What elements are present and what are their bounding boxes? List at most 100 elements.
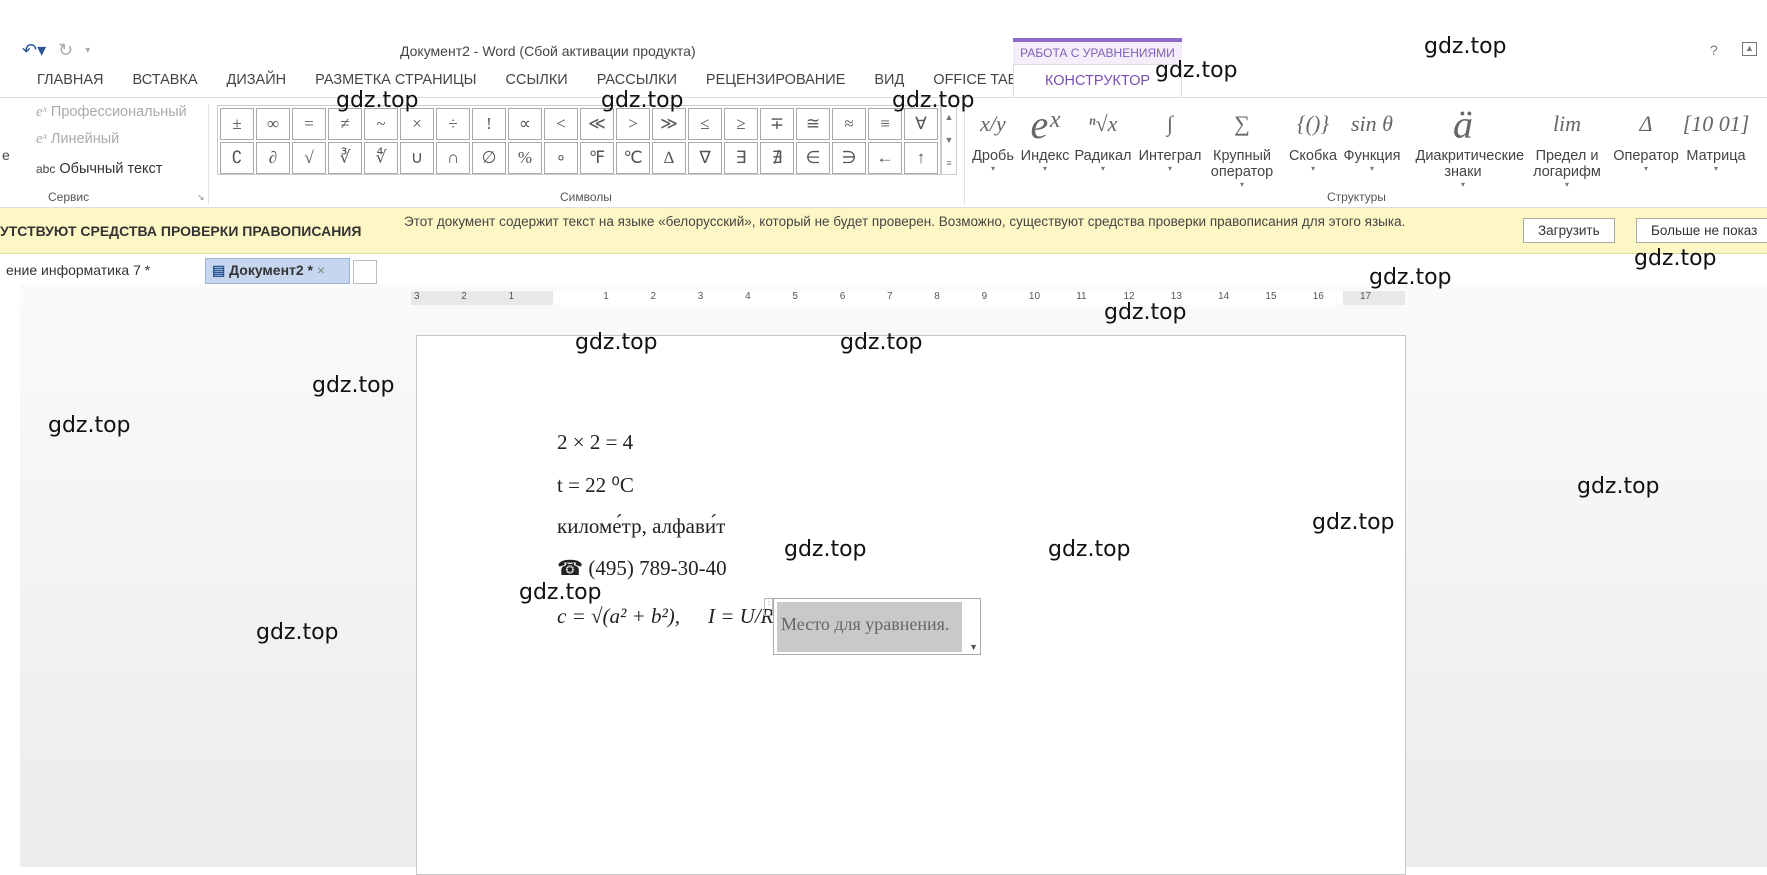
symbol-button[interactable]: ∄	[760, 142, 794, 174]
watermark: gdz.top	[784, 537, 867, 562]
symbol-button[interactable]: ≤	[688, 108, 722, 140]
watermark: gdz.top	[48, 413, 131, 438]
quick-access-toolbar: ↶▾ ↻ ▾	[22, 40, 90, 61]
symbol-button[interactable]: ±	[220, 108, 254, 140]
doc-line[interactable]: 2 × 2 = 4	[557, 430, 633, 455]
symbol-button[interactable]: ∃	[724, 142, 758, 174]
symbol-button[interactable]: ∩	[436, 142, 470, 174]
symbol-button[interactable]: =	[292, 108, 326, 140]
symbol-button[interactable]: ←	[868, 142, 902, 174]
ruler-tick: 3	[697, 291, 704, 302]
ruler-tick: 2	[461, 291, 467, 302]
symbol-button[interactable]: ∂	[256, 142, 290, 174]
ruler[interactable]: 3 2 1 1 2 3 4 5 6 7 8 9 10 11 12 13 14 15 16 17	[411, 291, 1405, 305]
message-bar: УТСТВУЮТ СРЕДСТВА ПРОВЕРКИ ПРАВОПИСАНИЯ …	[0, 208, 1767, 254]
symbol-button[interactable]: ℉	[580, 142, 614, 174]
symbol-button[interactable]: √	[292, 142, 326, 174]
tab-7[interactable]: ВИД	[874, 72, 904, 88]
group-label-symbols: Символы	[560, 190, 612, 204]
equation-options-icon[interactable]: ▼	[969, 642, 978, 652]
symbol-button[interactable]: ∇	[688, 142, 722, 174]
structure-icon: [10 01]	[1682, 111, 1750, 136]
ruler-tick: 2	[650, 291, 657, 302]
doc-tab-document2[interactable]: ▤ Документ2 * ×	[205, 258, 350, 284]
ruler-tick: 17	[1360, 291, 1372, 302]
symbol-button[interactable]: !	[472, 108, 506, 140]
download-button[interactable]: Загрузить	[1523, 218, 1615, 243]
dont-show-again-button[interactable]: Больше не показ	[1636, 218, 1767, 243]
symbol-button[interactable]: ↑	[904, 142, 938, 174]
doc-line-phone[interactable]: ☎ (495) 789-30-40	[557, 556, 727, 581]
watermark: gdz.top	[1424, 34, 1507, 59]
symbol-button[interactable]: ∞	[256, 108, 290, 140]
doc-line[interactable]: t = 22 ⁰C	[557, 473, 634, 498]
symbol-button[interactable]: %	[508, 142, 542, 174]
tab-2[interactable]: ДИЗАЙН	[227, 72, 287, 88]
ruler-tick: 15	[1265, 291, 1277, 302]
tab-0[interactable]: ГЛАВНАЯ	[37, 72, 104, 88]
customize-qat-icon[interactable]: ▾	[85, 45, 90, 56]
tab-8[interactable]: OFFICE TAB	[933, 72, 1017, 88]
service-plain-text[interactable]: abc Обычный текст	[36, 161, 162, 177]
symbol-button[interactable]: ∝	[508, 108, 542, 140]
undo-icon[interactable]: ↶▾	[22, 40, 46, 61]
watermark: gdz.top	[1048, 537, 1131, 562]
symbol-button[interactable]: ∈	[796, 142, 830, 174]
symbol-button[interactable]: ∆	[652, 142, 686, 174]
window-title: Документ2 - Word (Сбой активации продукт…	[400, 43, 696, 59]
symbol-button[interactable]: ∁	[220, 142, 254, 174]
watermark: gdz.top	[840, 330, 923, 355]
symbol-button[interactable]: ≅	[796, 108, 830, 140]
ruler-tick: 8	[934, 291, 940, 302]
ruler-tick: 11	[1076, 291, 1087, 302]
symbol-button[interactable]: ∅	[472, 142, 506, 174]
watermark: gdz.top	[519, 580, 602, 605]
structure-label: Диакритические знаки	[1415, 148, 1525, 180]
service-professional[interactable]: eˣ Профессиональный	[36, 104, 187, 121]
symbol-button[interactable]: ∋	[832, 142, 866, 174]
redo-icon[interactable]: ↻	[58, 40, 73, 61]
watermark: gdz.top	[1312, 510, 1395, 535]
tab-3[interactable]: РАЗМЕТКА СТРАНИЦЫ	[315, 72, 476, 88]
symbol-button[interactable]: <	[544, 108, 578, 140]
symbol-button[interactable]: ∓	[760, 108, 794, 140]
new-tab-button[interactable]	[353, 260, 377, 284]
symbol-button[interactable]: ∘	[544, 142, 578, 174]
symbol-button[interactable]: ÷	[436, 108, 470, 140]
tab-4[interactable]: ССЫЛКИ	[506, 72, 568, 88]
watermark: gdz.top	[601, 88, 684, 113]
ruler-tick: 1	[508, 291, 515, 302]
symbols-gallery: ± ∞ = ≠ ~ × ÷! ∝ < ≪ > ≫ ≤ ≥ ∓ ≅ ≈ ≡ ∀ ∁ ∂ √ ∛ ∜ ∪ ∩ ∅% ∘ ℉ ℃ ∆ ∇ ∃ ∄ ∈ ∋ ← ↑	[217, 105, 941, 175]
ruler-tick: 10	[1028, 291, 1041, 302]
tab-5[interactable]: РАССЫЛКИ	[597, 72, 677, 88]
ribbon-display-icon[interactable]: ▲	[1742, 42, 1757, 56]
close-tab-icon[interactable]: ×	[317, 262, 325, 278]
ruler-tick: 16	[1312, 291, 1324, 302]
ruler-tick: 4	[745, 291, 751, 302]
divider	[208, 104, 209, 204]
watermark: gdz.top	[336, 88, 419, 113]
message-title: УТСТВУЮТ СРЕДСТВА ПРОВЕРКИ ПРАВОПИСАНИЯ	[0, 223, 362, 239]
watermark: gdz.top	[1369, 265, 1452, 290]
ruler-tick: 1	[603, 291, 609, 302]
symbol-button[interactable]: ≈	[832, 108, 866, 140]
doc-line[interactable]: киломе́тр, алфави́т	[557, 514, 725, 539]
equation-placeholder[interactable]: Место для уравнения. ▼	[773, 598, 981, 655]
symbol-button[interactable]: ∛	[328, 142, 362, 174]
symbol-button[interactable]: ≥	[724, 108, 758, 140]
doc-tab-informatika[interactable]: ение информатика 7 *	[0, 258, 203, 284]
chevron-down-icon: ▾	[1713, 164, 1718, 173]
formula-pythagoras[interactable]: c = √(a² + b²),	[557, 604, 680, 629]
structure-7[interactable]: ä Диакритические знаки ▾	[1408, 100, 1525, 190]
ruler-tick: 5	[792, 291, 798, 302]
service-linear[interactable]: eˣ Линейный	[36, 131, 119, 148]
dialog-launcher-icon[interactable]: ↘	[197, 192, 205, 203]
structure-10[interactable]: [10 01] Матрица ▾	[1661, 100, 1767, 173]
tab-6[interactable]: РЕЦЕНЗИРОВАНИЕ	[706, 72, 845, 88]
equation-handle[interactable]: ⋮	[764, 598, 773, 616]
symbol-button[interactable]: ℃	[616, 142, 650, 174]
tab-1[interactable]: ВСТАВКА	[133, 72, 198, 88]
symbol-button[interactable]: ∜	[364, 142, 398, 174]
symbol-button[interactable]: ∪	[400, 142, 434, 174]
help-button[interactable]: ?	[1710, 42, 1718, 58]
